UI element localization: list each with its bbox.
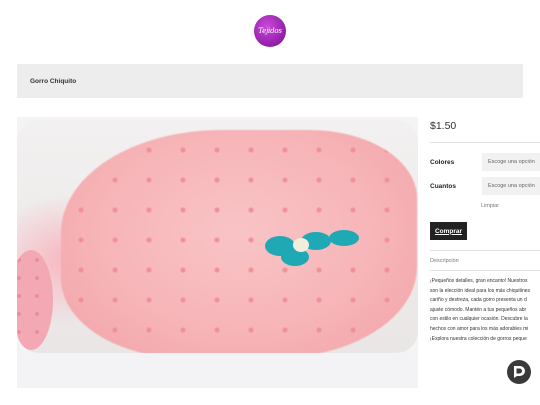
select-colores[interactable]: Escoge una opción — [482, 153, 540, 171]
description-line: ¡Explora nuestra colección de gorros peq… — [430, 335, 527, 342]
site-logo[interactable]: Tejidos — [254, 15, 286, 47]
description-tab[interactable]: Descripción — [430, 258, 459, 264]
chat-bubble-icon — [514, 366, 525, 378]
divider — [430, 270, 540, 271]
option-label-colores: Colores — [430, 159, 455, 166]
description-line: ajuste cómodo. Mantén a tus pequeños abr — [430, 306, 527, 313]
crochet-hat-image — [61, 130, 417, 353]
product-photo[interactable] — [17, 120, 418, 353]
product-title: Gorro Chiquito — [30, 77, 77, 85]
hat-edge-image — [17, 250, 53, 350]
product-price: $1.50 — [430, 120, 457, 132]
description-line: cariño y destreza, cada gorro presenta u… — [430, 297, 527, 304]
select-cuantos[interactable]: Escoge una opción — [482, 177, 540, 195]
logo-text: Tejidos — [258, 27, 282, 35]
select-cuantos-value: Escoge una opción — [488, 183, 535, 189]
buy-button[interactable]: Comprar — [430, 222, 467, 240]
divider — [430, 142, 540, 143]
product-title-bar: Gorro Chiquito — [17, 64, 523, 98]
product-image-gallery[interactable] — [17, 117, 418, 388]
description-line: con estilo en cualquier ocasión. Descubr… — [430, 316, 528, 323]
description-line: hechos con amor para los más adorables m… — [430, 325, 529, 332]
flower-appliqué-image — [245, 230, 363, 266]
chat-widget-button[interactable] — [507, 360, 531, 384]
option-label-cuantos: Cuantos — [430, 183, 456, 190]
description-line: ¡Pequeños detalles, gran encanto! Nuestr… — [430, 278, 528, 284]
clear-link[interactable]: Limpiar — [481, 203, 499, 209]
select-colores-value: Escoge una opción — [488, 159, 535, 165]
gallery-thumbnails — [17, 353, 418, 388]
description-line: son la elección ideal para los más chiqu… — [430, 287, 531, 294]
divider — [430, 250, 540, 251]
description-text: ¡Pequeños detalles, gran encanto! Nuestr… — [430, 277, 540, 344]
